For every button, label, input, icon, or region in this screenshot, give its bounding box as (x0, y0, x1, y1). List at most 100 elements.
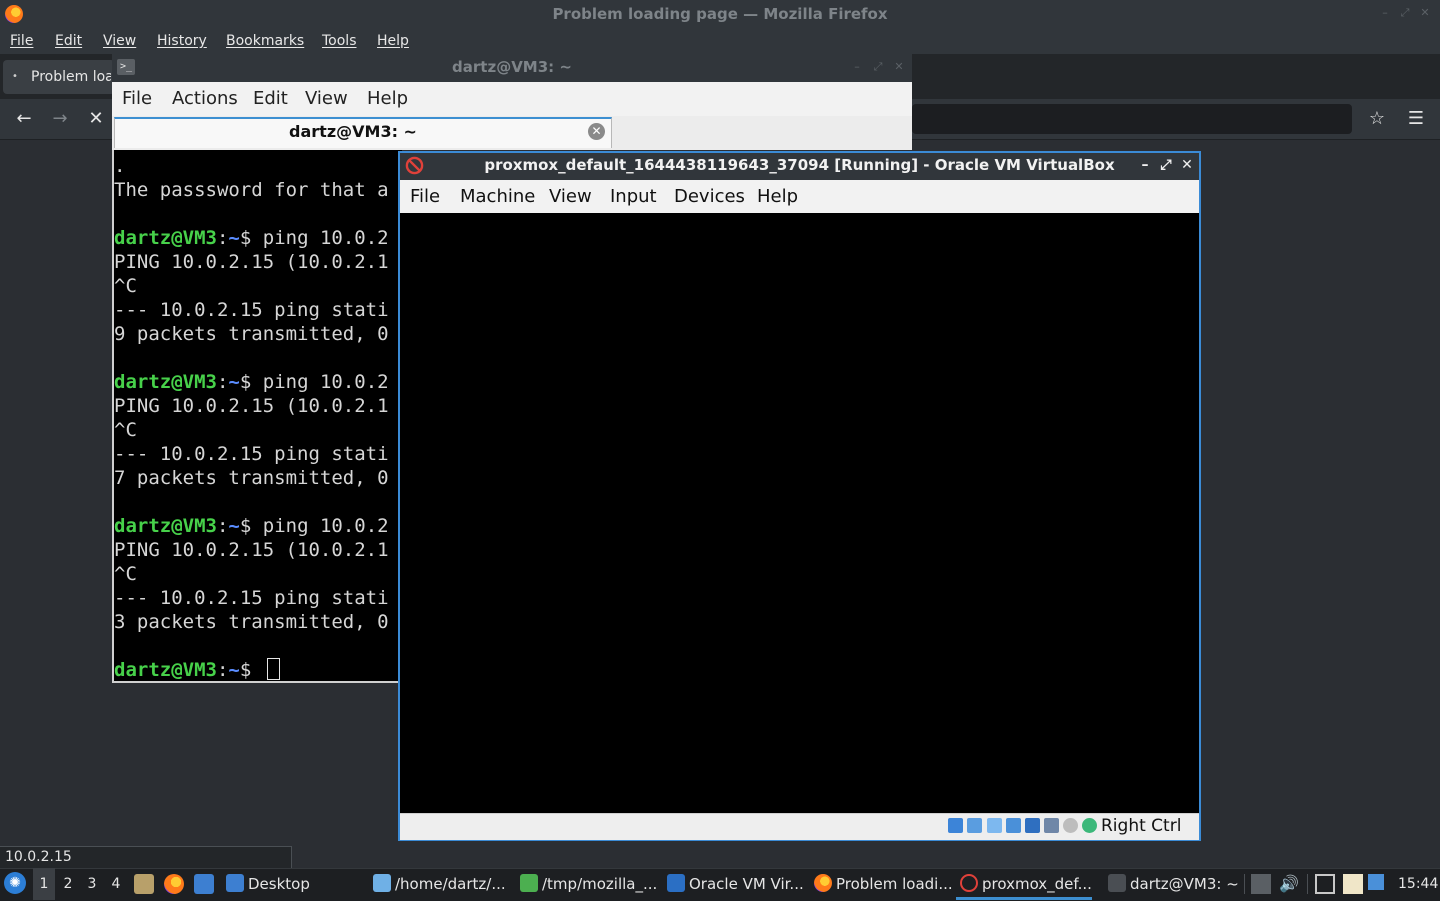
prompt-separator: : (216, 227, 229, 249)
vb-menu-machine[interactable]: Machine (460, 180, 535, 213)
prompt-separator: : (216, 371, 229, 393)
firefox-menu-help[interactable]: Help (377, 28, 409, 54)
vb-menu-devices[interactable]: Devices (674, 180, 745, 213)
firefox-menu-view[interactable]: View (103, 28, 136, 54)
archive-icon (520, 874, 538, 892)
taskbar-item-label: dartz@VM3: ~ (1130, 875, 1238, 893)
workspace-4[interactable]: 4 (105, 868, 127, 900)
virtualbox-statusbar (400, 813, 1199, 840)
terminal-icon (1108, 874, 1126, 892)
vb-minimize-icon[interactable]: – (1136, 155, 1154, 175)
stop-icon[interactable]: ✕ (83, 106, 109, 132)
workspace-1[interactable]: 1 (33, 868, 55, 900)
terminal-prompt-line: dartz@VM3:~$ ping 10.0.2 (114, 226, 400, 250)
firefox-menu-bookmarks[interactable]: Bookmarks (226, 28, 304, 54)
network-icon[interactable] (1006, 818, 1021, 833)
terminal-menu-file[interactable]: File (122, 82, 152, 116)
folder-icon (226, 874, 244, 892)
show-desktop-icon[interactable] (194, 874, 214, 894)
terminal-line: --- 10.0.2.15 ping stati (114, 299, 389, 321)
vb-menu-file[interactable]: File (410, 180, 440, 213)
terminal-line: 9 packets transmitted, 0 (114, 323, 389, 345)
terminal-line: The passsword for that a (114, 179, 389, 201)
taskbar-item-firefox[interactable]: Problem loadi... (814, 868, 954, 900)
recording-icon[interactable] (1063, 818, 1078, 833)
terminal-tab-label: dartz@VM3: ~ (289, 122, 417, 141)
terminal-line: PING 10.0.2.15 (10.0.2.1 (114, 539, 389, 561)
terminal-maximize-icon[interactable]: ⤢ (871, 60, 885, 74)
file-manager-icon[interactable] (134, 874, 154, 894)
terminal-menu-actions[interactable]: Actions (172, 82, 238, 116)
notes-icon[interactable] (1343, 874, 1363, 894)
terminal-close-icon[interactable]: ✕ (892, 60, 906, 74)
back-icon[interactable]: ← (11, 106, 37, 132)
terminal-line: ^C (114, 419, 137, 441)
terminal-menu-view[interactable]: View (305, 82, 348, 116)
prompt-separator: : (216, 515, 229, 537)
prompt-command: ping 10.0.2 (262, 515, 389, 537)
prompt-path: ~ (228, 227, 240, 249)
firefox-menu-history[interactable]: History (157, 28, 207, 54)
bookmark-star-icon[interactable]: ☆ (1364, 106, 1390, 132)
terminal-menu-edit[interactable]: Edit (253, 82, 288, 116)
network-tray-icon[interactable] (1368, 874, 1384, 890)
prompt-command: ping 10.0.2 (262, 371, 389, 393)
firefox-menu-file[interactable]: File (10, 28, 33, 54)
hard-disk-icon[interactable] (948, 818, 963, 833)
terminal-minimize-icon[interactable]: – (850, 60, 864, 74)
prompt-dollar: $ (239, 371, 263, 393)
vb-menu-help[interactable]: Help (757, 180, 798, 213)
terminal-prompt-line: dartz@VM3:~$ ping 10.0.2 (114, 514, 400, 538)
taskbar-item-terminal[interactable]: dartz@VM3: ~ (1108, 868, 1238, 900)
terminal-line: PING 10.0.2.15 (10.0.2.1 (114, 251, 389, 273)
terminal-prompt-line: dartz@VM3:~$ ping 10.0.2 (114, 370, 400, 394)
taskbar-item-label: Desktop (248, 875, 310, 893)
vb-menu-view[interactable]: View (549, 180, 592, 213)
terminal-line: ^C (114, 563, 137, 585)
usb-icon[interactable] (1025, 818, 1040, 833)
tab-close-icon[interactable]: ✕ (588, 123, 605, 140)
vb-maximize-icon[interactable]: ⤢ (1157, 155, 1175, 175)
host-key-label: Right Ctrl (1101, 816, 1182, 836)
firefox-menu-edit[interactable]: Edit (55, 28, 82, 54)
terminal-output: . The passsword for that a dartz@VM3:~$ … (114, 154, 400, 682)
prompt-dollar: $ (239, 515, 263, 537)
terminal-menu-help[interactable]: Help (367, 82, 408, 116)
firefox-launcher-icon[interactable] (164, 874, 184, 894)
workspace-3[interactable]: 3 (81, 868, 103, 900)
taskbar-item-tmp[interactable]: /tmp/mozilla_... (520, 868, 660, 900)
taskbar-item-proxmox[interactable]: proxmox_def... (960, 868, 1096, 900)
audio-icon[interactable] (987, 818, 1002, 833)
prompt-user: dartz@VM3 (114, 371, 217, 393)
firefox-menubar (0, 28, 1440, 54)
mouse-integration-icon[interactable] (1082, 818, 1097, 833)
volume-icon[interactable]: 🔊 (1279, 874, 1299, 894)
prompt-dollar: $ (239, 227, 263, 249)
vm-screen[interactable] (400, 213, 1199, 813)
maximize-icon[interactable]: ⤢ (1398, 6, 1412, 20)
taskbar-item-label: /home/dartz/... (395, 875, 506, 893)
vb-close-icon[interactable]: ✕ (1178, 155, 1196, 175)
hamburger-menu-icon[interactable]: ☰ (1403, 106, 1429, 132)
tab-favicon-icon: • (12, 71, 18, 82)
url-bar[interactable] (912, 104, 1352, 134)
taskbar-separator (1307, 874, 1308, 894)
optical-drive-icon[interactable] (967, 818, 982, 833)
shared-folders-icon[interactable] (1044, 818, 1059, 833)
close-icon[interactable]: ✕ (1418, 6, 1432, 20)
taskbar-item-home[interactable]: /home/dartz/... (373, 868, 511, 900)
taskbar-item-oracle[interactable]: Oracle VM Vir... (667, 868, 807, 900)
virtualbox-icon (667, 874, 685, 892)
terminal-line: PING 10.0.2.15 (10.0.2.1 (114, 395, 389, 417)
minimize-icon[interactable]: – (1378, 6, 1392, 20)
firefox-menu-tools[interactable]: Tools (322, 28, 357, 54)
terminal-window-title: dartz@VM3: ~ (452, 58, 572, 76)
display-icon[interactable] (1315, 874, 1335, 894)
taskbar-item-desktop[interactable]: Desktop (226, 868, 366, 900)
prompt-user: dartz@VM3 (114, 659, 217, 681)
vb-menu-input[interactable]: Input (610, 180, 657, 213)
start-menu-icon[interactable]: ✺ (4, 872, 26, 894)
forward-icon[interactable]: → (47, 106, 73, 132)
workspace-2[interactable]: 2 (57, 868, 79, 900)
clipboard-icon[interactable] (1251, 874, 1271, 894)
